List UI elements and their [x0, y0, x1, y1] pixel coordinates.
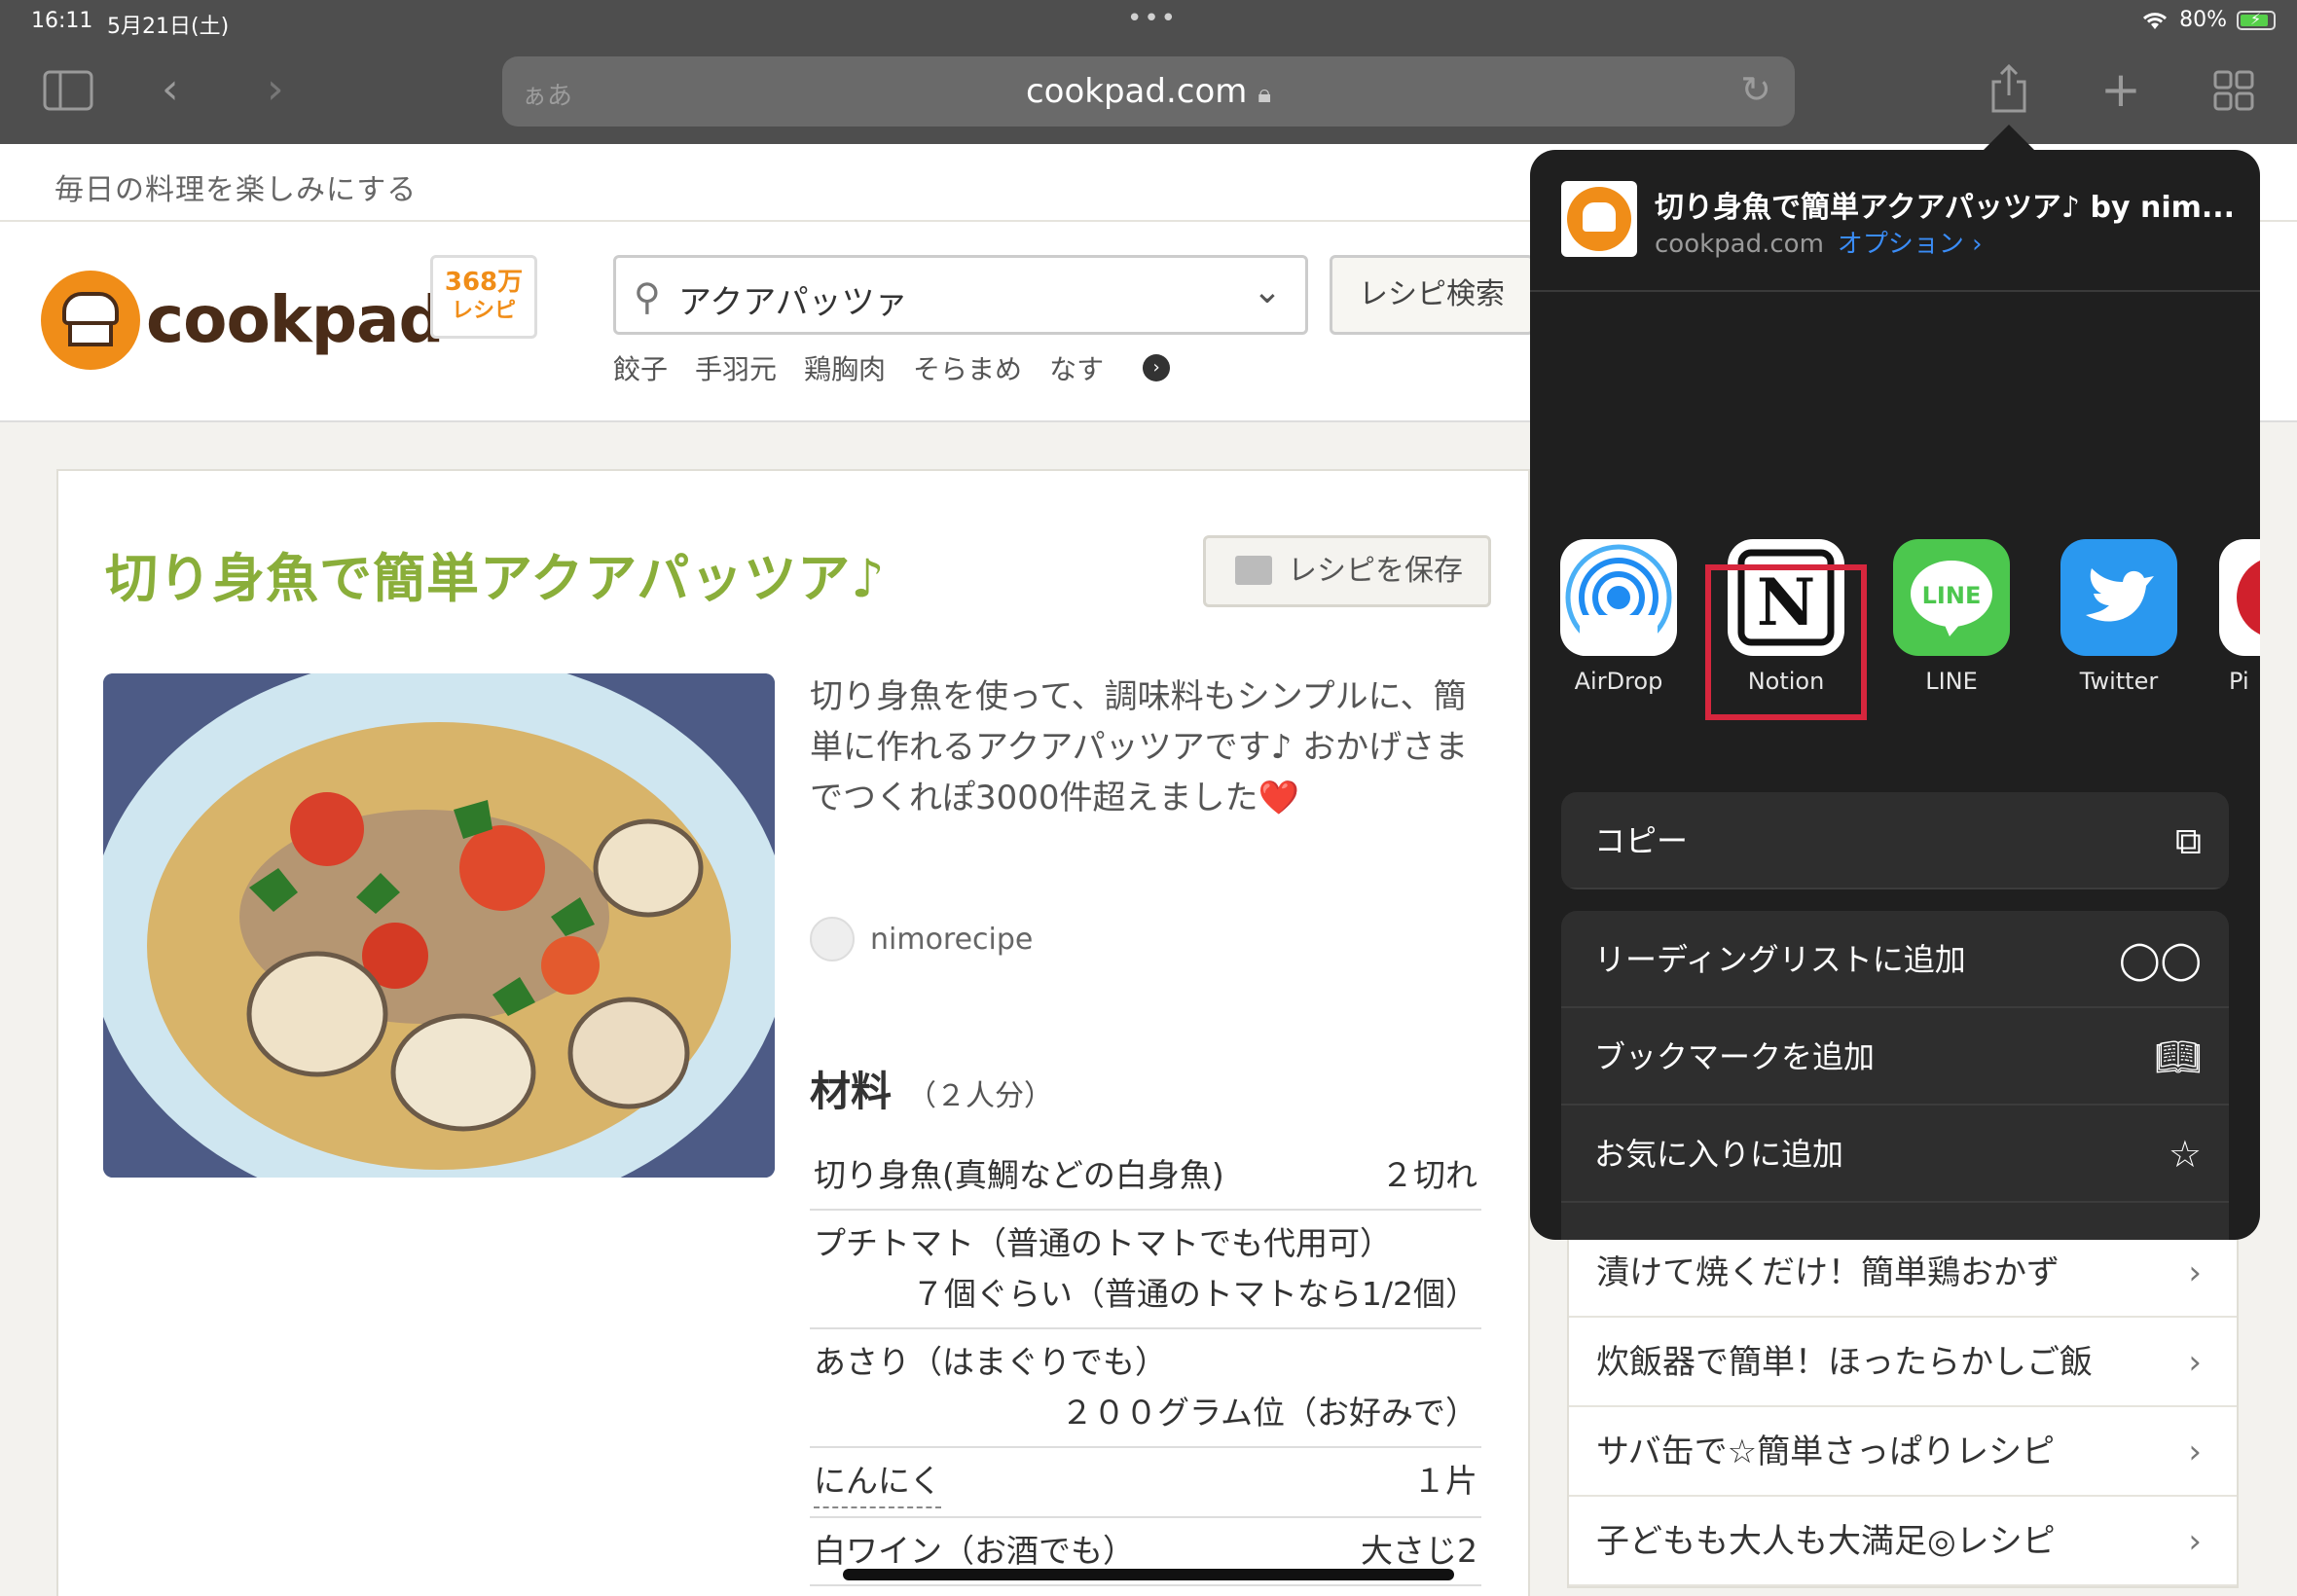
- status-right: 80% ⚡: [2140, 8, 2276, 32]
- share-title: 切り身魚で簡単アクアパッツア♪ by nim...: [1655, 191, 2236, 225]
- list-item[interactable]: 漬けて焼くだけ！簡単鶏おかず ›: [1569, 1228, 2237, 1318]
- share-app-pinterest[interactable]: Pi: [2219, 539, 2260, 695]
- popular-keywords: 餃子 手羽元 鶏胸肉 そらまめ なす ›: [613, 348, 1171, 387]
- recipe-count-badge: 368万 レシピ: [430, 255, 537, 339]
- chevron-right-icon: ›: [2188, 1522, 2202, 1561]
- multitasking-dots-icon[interactable]: •••: [1127, 4, 1178, 33]
- glasses-icon: ◯◯: [2118, 938, 2202, 981]
- chevron-down-icon[interactable]: ⌄: [1253, 272, 1282, 311]
- twitter-icon: [2060, 539, 2177, 656]
- options-link[interactable]: オプション ›: [1838, 230, 1983, 259]
- author-avatar: [810, 917, 855, 961]
- author-link[interactable]: nimorecipe: [810, 917, 1033, 961]
- recipe-photo: [103, 673, 775, 1178]
- book-icon: 📖︎: [2154, 1035, 2202, 1078]
- keyword-link[interactable]: なす: [1049, 348, 1104, 387]
- copy-action[interactable]: コピー ⧉: [1561, 792, 2229, 889]
- new-tab-icon[interactable]: +: [2100, 64, 2141, 115]
- logo-text[interactable]: cookpad: [146, 282, 445, 357]
- recipe-description: 切り身魚を使って、調味料もシンプルに、簡単に作れるアクアパッツアです♪ おかげさ…: [810, 677, 1469, 817]
- share-app-twitter[interactable]: Twitter: [2056, 539, 2182, 695]
- sidebar-icon[interactable]: [43, 70, 93, 111]
- safari-toolbar: ‹ › ぁあ cookpad.com 🔒︎ ↻ +: [0, 45, 2297, 144]
- lock-icon: 🔒︎: [1258, 80, 1272, 109]
- airdrop-icon: [1560, 539, 1677, 656]
- ingredient-row: にんにく １片: [810, 1448, 1481, 1518]
- share-app-airdrop[interactable]: AirDrop: [1555, 539, 1682, 695]
- related-recipes-list: 漬けて焼くだけ！簡単鶏おかず › 炊飯器で簡単！ほったらかしご飯 › サバ缶で☆簡単…: [1567, 1226, 2239, 1588]
- svg-text:LINE: LINE: [1922, 582, 1982, 609]
- reload-icon[interactable]: ↻: [1740, 68, 1771, 111]
- wifi-icon: [2143, 12, 2168, 29]
- save-recipe-button[interactable]: レシピを保存: [1203, 535, 1491, 607]
- url-text: cookpad.com 🔒︎: [1025, 72, 1272, 111]
- share-app-row: AirDrop N Notion LINE LINE Twitter Pi: [1530, 539, 2260, 695]
- notion-highlight-box: [1705, 564, 1867, 720]
- back-icon[interactable]: ‹: [162, 64, 179, 115]
- ingredient-row: あさり（はまぐりでも） ２００グラム位（お好みで）: [810, 1329, 1481, 1448]
- forward-icon[interactable]: ›: [267, 64, 284, 115]
- author-name[interactable]: nimorecipe: [870, 923, 1033, 957]
- recipe-card: 切り身魚で簡単アクアパッツア♪ レシピを保存 切り身魚を使って、調味料もシンプル…: [56, 469, 1530, 1596]
- pinterest-icon: [2219, 539, 2260, 656]
- copy-icon: ⧉: [2174, 819, 2202, 862]
- add-bookmark-action[interactable]: ブックマークを追加 📖︎: [1561, 1008, 2229, 1106]
- keyword-link[interactable]: そらまめ: [913, 348, 1022, 387]
- star-icon: ☆: [2168, 1133, 2202, 1176]
- search-icon: ⚲: [634, 275, 661, 318]
- home-indicator[interactable]: [843, 1569, 1454, 1580]
- copy-action-group: コピー ⧉: [1561, 792, 2229, 889]
- site-tagline: 毎日の料理を楽しみにする: [55, 173, 418, 207]
- keyword-link[interactable]: 餃子: [613, 348, 668, 387]
- tabs-overview-icon[interactable]: [2213, 70, 2254, 111]
- page-thumbnail: [1561, 181, 1637, 257]
- list-item[interactable]: サバ缶で☆簡単さっぱりレシピ ›: [1569, 1407, 2237, 1497]
- share-subtitle: cookpad.com オプション ›: [1655, 230, 1983, 259]
- status-time: 16:11: [31, 9, 93, 33]
- partial-action-row[interactable]: [1561, 1203, 2229, 1232]
- battery-percent: 80%: [2179, 8, 2227, 32]
- status-date: 5月21日(土): [107, 15, 230, 39]
- chevron-right-icon: ›: [2188, 1343, 2202, 1382]
- ingredients-list: 切り身魚(真鯛などの白身魚) ２切れ プチトマト（普通のトマトでも代用可） ７個ぐら…: [810, 1143, 1481, 1586]
- share-icon[interactable]: [1989, 64, 2028, 115]
- add-favorite-action[interactable]: お気に入りに追加 ☆: [1561, 1106, 2229, 1203]
- chevron-right-icon: ›: [2188, 1433, 2202, 1471]
- share-app-line[interactable]: LINE LINE: [1888, 539, 2015, 695]
- recipe-title: 切り身魚で簡単アクアパッツア♪: [105, 548, 886, 609]
- list-item[interactable]: 子どもも大人も大満足◎レシピ ›: [1569, 1497, 2237, 1586]
- battery-icon: ⚡: [2237, 10, 2276, 30]
- add-reading-list-action[interactable]: リーディングリストに追加 ◯◯: [1561, 911, 2229, 1008]
- status-bar: 16:11 5月21日(土) ••• 80% ⚡: [0, 0, 2297, 45]
- more-keywords-icon[interactable]: ›: [1143, 354, 1171, 381]
- share-sheet-arrow: [1982, 125, 2036, 152]
- url-bar[interactable]: ぁあ cookpad.com 🔒︎ ↻: [502, 56, 1795, 127]
- ingredients-heading: 材料 （２人分）: [810, 1068, 1054, 1115]
- recipe-search-button[interactable]: レシピ検索: [1330, 255, 1534, 335]
- chevron-right-icon: ›: [2188, 1253, 2202, 1292]
- ingredient-row: プチトマト（普通のトマトでも代用可） ７個ぐらい（普通のトマトなら1/2個）: [810, 1211, 1481, 1329]
- search-value: アクアパッツァ: [678, 283, 908, 322]
- keyword-link[interactable]: 鶏胸肉: [804, 348, 886, 387]
- folder-plus-icon: [1235, 556, 1272, 585]
- line-icon: LINE: [1893, 539, 2010, 656]
- list-item[interactable]: 炊飯器で簡単！ほったらかしご飯 ›: [1569, 1318, 2237, 1407]
- share-sheet: 切り身魚で簡単アクアパッツア♪ by nim... cookpad.com オプシ…: [1530, 150, 2260, 1240]
- cookpad-logo-icon[interactable]: [41, 271, 140, 370]
- ingredient-row: 切り身魚(真鯛などの白身魚) ２切れ: [810, 1143, 1481, 1211]
- keyword-link[interactable]: 手羽元: [695, 348, 777, 387]
- share-sheet-header: 切り身魚で簡単アクアパッツア♪ by nim... cookpad.com オプシ…: [1530, 150, 2260, 292]
- search-input[interactable]: ⚲ アクアパッツァ ⌄: [613, 255, 1308, 335]
- action-list: リーディングリストに追加 ◯◯ ブックマークを追加 📖︎ お気に入りに追加 ☆: [1561, 911, 2229, 1240]
